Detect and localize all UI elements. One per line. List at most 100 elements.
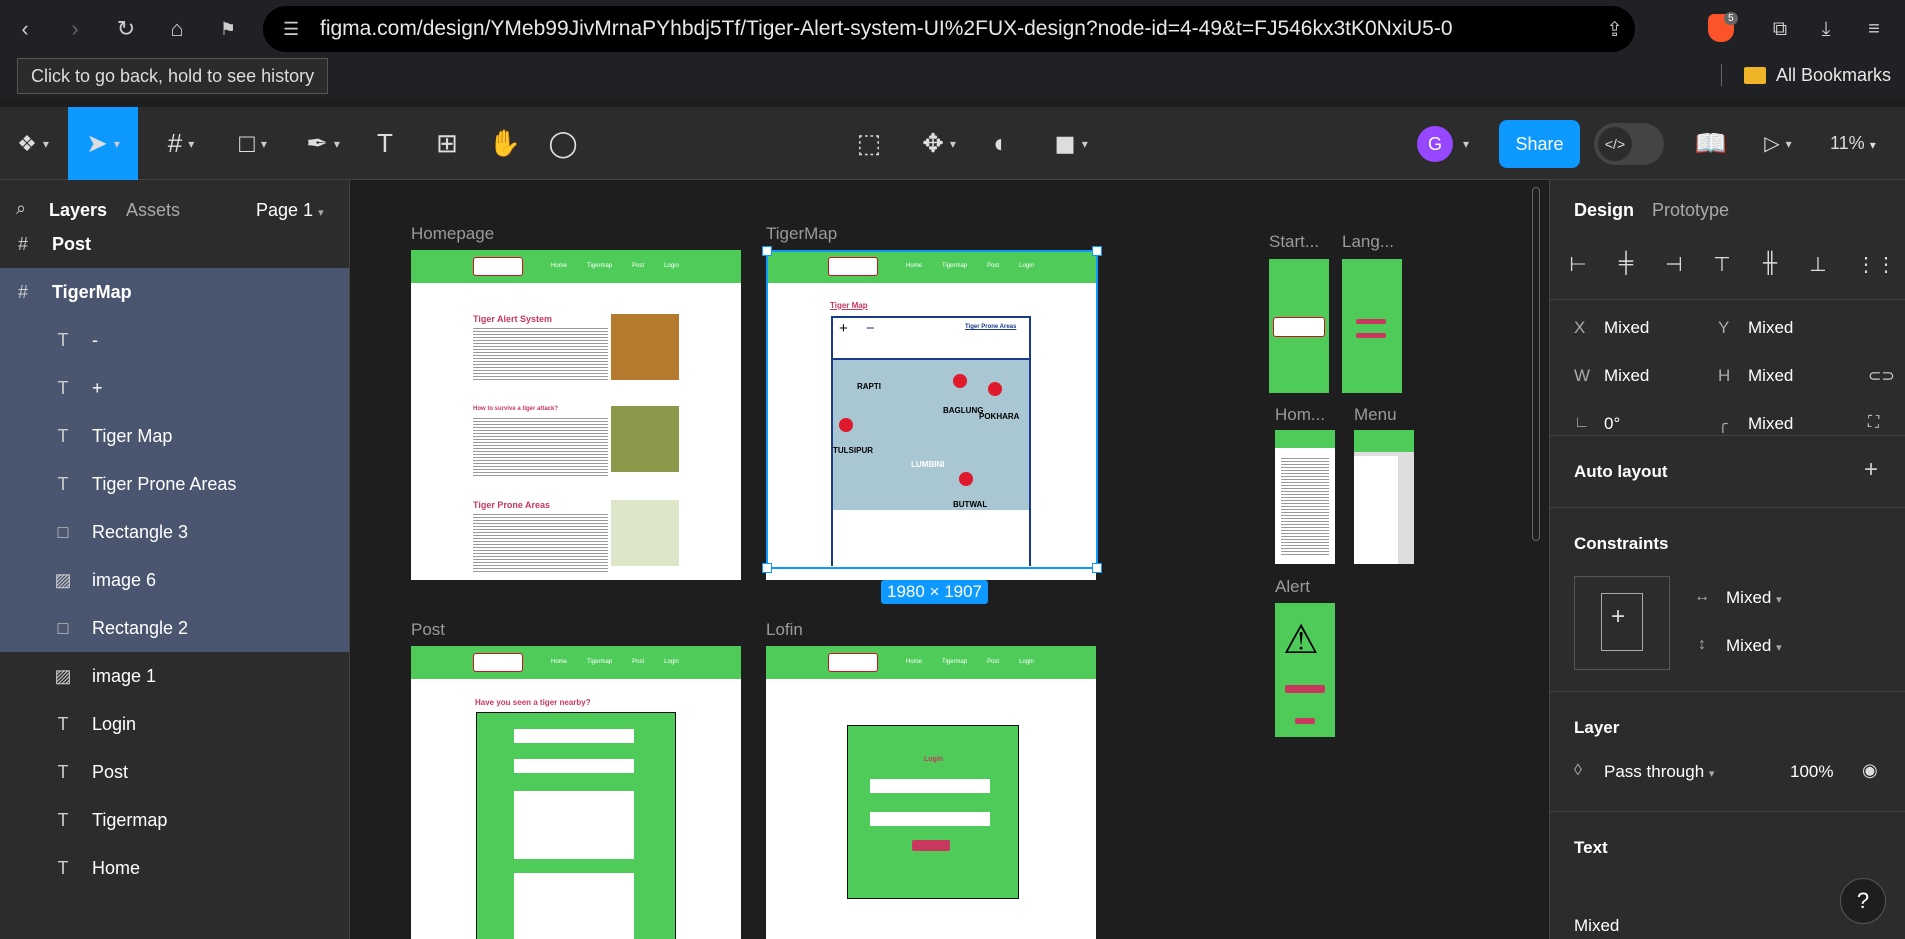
layer-row[interactable]: T Home (0, 844, 349, 892)
frame-label-post[interactable]: Post (411, 620, 445, 640)
resize-handle[interactable] (1092, 563, 1102, 573)
present-button[interactable]: ▷ ▾ (1758, 107, 1798, 180)
align-left-icon[interactable]: ⊢ (1566, 252, 1590, 276)
align-top-icon[interactable]: ⊤ (1710, 252, 1734, 276)
frame-hom[interactable] (1275, 430, 1335, 564)
frame-label-menu[interactable]: Menu (1354, 405, 1397, 425)
constraints-widget[interactable]: + (1574, 576, 1670, 670)
help-button[interactable]: ? (1840, 878, 1886, 924)
layer-row[interactable]: T Tiger Map (0, 412, 349, 460)
site-settings-icon[interactable]: ☰ (283, 19, 299, 40)
frame-label-start[interactable]: Start... (1269, 232, 1319, 252)
frame-alert[interactable]: ⚠ (1275, 603, 1335, 737)
layer-row[interactable]: T + (0, 364, 349, 412)
user-avatar[interactable]: G (1417, 126, 1453, 162)
resize-handle[interactable] (1092, 246, 1102, 256)
password-field[interactable] (870, 812, 990, 826)
align-center-horizontal-icon[interactable]: ╪ (1614, 252, 1638, 274)
tab-design[interactable]: Design (1574, 200, 1634, 221)
x-input[interactable]: Mixed (1604, 318, 1649, 338)
layer-row[interactable]: T Login (0, 700, 349, 748)
frame-label-alert[interactable]: Alert (1275, 577, 1310, 597)
canvas-scrollbar[interactable] (1532, 187, 1540, 541)
browser-menu-icon[interactable]: ≡ (1856, 11, 1892, 47)
components-button[interactable]: ✥ ▾ (914, 107, 964, 180)
description-field[interactable] (514, 791, 634, 859)
rotation-input[interactable]: 0° (1604, 414, 1620, 434)
search-icon[interactable]: ⌕ (16, 198, 26, 219)
dev-mode-toggle[interactable]: </> (1594, 123, 1664, 165)
tab-assets[interactable]: Assets (126, 200, 180, 221)
reload-icon[interactable]: ↻ (108, 11, 144, 47)
independent-corners-icon[interactable]: ⛶ (1868, 414, 1879, 432)
frame-post[interactable]: Home Tigermap Post Login Have you seen a ti… (411, 646, 741, 939)
library-button[interactable]: 📖 (1694, 107, 1728, 180)
frame-start[interactable] (1269, 259, 1329, 393)
layer-row[interactable]: T Tiger Prone Areas (0, 460, 349, 508)
layer-row[interactable]: T Post (0, 748, 349, 796)
resize-handle[interactable] (762, 563, 772, 573)
constrain-proportions-icon[interactable]: ⊂⊃ (1868, 366, 1895, 386)
pen-tool-button[interactable]: ✒ ▾ (298, 107, 348, 180)
login-button[interactable] (912, 840, 950, 851)
tab-prototype[interactable]: Prototype (1652, 200, 1729, 221)
text-style-value[interactable]: Mixed (1574, 916, 1619, 936)
opacity-input[interactable]: 100% (1790, 762, 1833, 782)
comment-tool-button[interactable]: ◯ (546, 107, 580, 180)
shape-tool-button[interactable]: □ ▾ (228, 107, 278, 180)
layer-row[interactable]: □ Rectangle 3 (0, 508, 349, 556)
visibility-eye-icon[interactable]: ◉ (1862, 760, 1878, 781)
y-input[interactable]: Mixed (1748, 318, 1793, 338)
frame-homepage[interactable]: Home Tigermap Post Login Tiger Alert System… (411, 250, 741, 580)
hand-tool-button[interactable]: ✋ (488, 107, 522, 180)
add-auto-layout-icon[interactable]: + (1864, 456, 1878, 484)
frame-tool-button[interactable]: # ▾ (156, 107, 206, 180)
forward-icon[interactable]: › (57, 11, 93, 47)
frame-label-lofin[interactable]: Lofin (766, 620, 803, 640)
resize-handle[interactable] (762, 246, 772, 256)
resources-button[interactable]: ⊞ (430, 107, 464, 180)
bookmark-icon[interactable]: ⚑ (210, 11, 246, 47)
layer-row[interactable]: # Post (0, 220, 349, 268)
h-input[interactable]: Mixed (1748, 366, 1793, 386)
align-center-vertical-icon[interactable]: ╫ (1758, 252, 1782, 274)
page-selector[interactable]: Page 1 ▾ (256, 200, 324, 221)
blend-mode-select[interactable]: Pass through ▾ (1604, 762, 1714, 782)
align-bottom-icon[interactable]: ⊥ (1806, 252, 1830, 276)
home-icon[interactable]: ⌂ (159, 11, 195, 47)
frame-label-hom[interactable]: Hom... (1275, 405, 1325, 425)
frame-label-lang[interactable]: Lang... (1342, 232, 1394, 252)
avatar-menu-chevron-icon[interactable]: ▾ (1463, 137, 1469, 151)
mask-button[interactable]: ◐ (984, 107, 1018, 180)
main-menu-button[interactable]: ❖ ▾ (10, 107, 56, 180)
align-right-icon[interactable]: ⊣ (1662, 252, 1686, 276)
email-field[interactable] (870, 779, 990, 793)
w-input[interactable]: Mixed (1604, 366, 1649, 386)
location-field[interactable] (514, 759, 634, 773)
address-bar[interactable]: ☰ figma.com/design/YMeb99JivMrnaPYhbdj5T… (263, 6, 1635, 52)
radius-input[interactable]: Mixed (1748, 414, 1793, 434)
tab-layers[interactable]: Layers (49, 200, 107, 221)
layer-row[interactable]: ▨ image 6 (0, 556, 349, 604)
layer-row[interactable]: # TigerMap (0, 268, 349, 316)
layer-row[interactable]: ▨ image 1 (0, 652, 349, 700)
distribute-icon[interactable]: ⋮⋮ (1856, 252, 1896, 276)
horizontal-constraint-select[interactable]: Mixed ▾ (1726, 588, 1782, 608)
frame-label-homepage[interactable]: Homepage (411, 224, 494, 244)
selection-box[interactable] (762, 246, 1102, 573)
share-button[interactable]: Share (1499, 120, 1580, 168)
frame-label-tigermap[interactable]: TigerMap (766, 224, 837, 244)
move-tool-button[interactable]: ➤ ▾ (68, 107, 138, 180)
vertical-constraint-select[interactable]: Mixed ▾ (1726, 636, 1782, 656)
title-field[interactable] (514, 729, 634, 743)
layout-grid-button[interactable]: ⬚ (852, 107, 886, 180)
layer-row[interactable]: T- (0, 316, 349, 364)
share-page-icon[interactable]: ⇪ (1606, 17, 1623, 42)
image-upload-field[interactable] (514, 873, 634, 939)
download-icon[interactable]: ⤓ (1808, 11, 1844, 47)
text-tool-button[interactable]: T (370, 107, 400, 180)
frame-lofin[interactable]: Home Tigermap Post Login Login (766, 646, 1096, 939)
back-icon[interactable]: ‹ (7, 11, 43, 47)
frame-menu[interactable] (1354, 430, 1414, 564)
layer-row[interactable]: T Tigermap (0, 796, 349, 844)
